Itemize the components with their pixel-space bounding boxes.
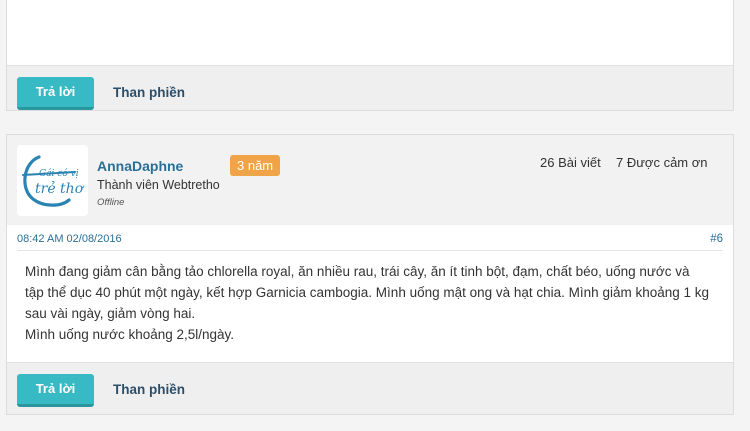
membership-badge: 3 năm — [230, 155, 281, 176]
reply-button[interactable]: Trả lời — [17, 77, 94, 110]
online-status: Offline — [97, 197, 125, 208]
post-body-paragraph: Mình đang giảm cân bằng tảo chlorella ro… — [25, 264, 710, 321]
post-meta: 08:42 AM 02/08/2016 #6 — [17, 231, 723, 251]
member-title: Thành viên Webtretho — [97, 178, 220, 192]
post-header: Gái có vị trẻ thơ AnnaDaphne 3 năm Thành… — [7, 135, 733, 225]
post-action-bar: Trả lời Than phiền — [7, 362, 733, 414]
post-action-bar: Trả lời Than phiền — [7, 65, 733, 110]
complain-link[interactable]: Than phiền — [113, 85, 185, 100]
post-body-paragraph: Mình uống nước khoảng 2,5l/ngày. — [25, 327, 235, 342]
avatar-text-line1: Gái có vị — [39, 168, 79, 179]
username-link[interactable]: AnnaDaphne — [97, 158, 183, 174]
avatar-logo-icon: Gái có vị trẻ thơ — [17, 145, 88, 216]
posts-count: 26 Bài viết — [540, 155, 601, 170]
avatar-text-line2: trẻ thơ — [35, 180, 85, 197]
avatar[interactable]: Gái có vị trẻ thơ — [17, 145, 88, 216]
post-timestamp: 08:42 AM 02/08/2016 — [17, 233, 122, 245]
post-number-link[interactable]: #6 — [710, 233, 723, 245]
previous-post-card: Trả lời Than phiền — [6, 0, 734, 111]
complain-link[interactable]: Than phiền — [113, 382, 185, 397]
post-card: Gái có vị trẻ thơ AnnaDaphne 3 năm Thành… — [6, 134, 734, 415]
thanks-count: 7 Được cảm ơn — [616, 155, 708, 170]
reply-button[interactable]: Trả lời — [17, 374, 94, 407]
post-body: Mình đang giảm cân bằng tảo chlorella ro… — [25, 261, 709, 345]
